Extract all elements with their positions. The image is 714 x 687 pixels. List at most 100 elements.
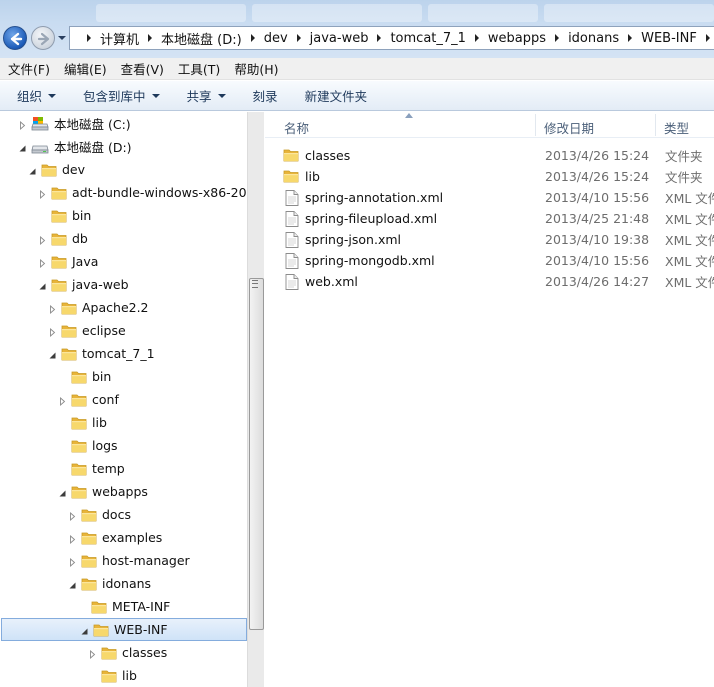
tree-item[interactable]: java-web — [0, 273, 246, 296]
burn-button[interactable]: 刻录 — [253, 86, 278, 105]
file-modified-date: 2013/4/10 15:56 — [545, 190, 650, 205]
tree-item[interactable]: docs — [0, 503, 246, 526]
tree-item[interactable]: bin — [0, 365, 246, 388]
navigation-tree[interactable]: 本地磁盘 (C:) 本地磁盘 (D:) dev adt-bundle-windows-… — [0, 112, 264, 687]
tree-item-label: logs — [92, 438, 118, 453]
collapse-arrow-icon[interactable] — [28, 165, 37, 175]
collapse-arrow-icon[interactable] — [18, 142, 27, 152]
expand-arrow-icon[interactable] — [38, 188, 47, 199]
tree-scrollbar[interactable] — [247, 112, 264, 687]
breadcrumb-item[interactable]: dev — [264, 31, 288, 46]
tree-item-label: dev — [62, 162, 86, 177]
tree-item[interactable]: lib — [0, 411, 246, 434]
breadcrumb-item[interactable]: idonans — [568, 31, 619, 46]
expand-arrow-icon[interactable] — [48, 303, 57, 314]
tree-item[interactable]: webapps — [0, 480, 246, 503]
menu-view[interactable]: 查看(V) — [121, 59, 164, 78]
tree-item[interactable]: 本地磁盘 (D:) — [0, 135, 246, 158]
collapse-arrow-icon[interactable] — [80, 625, 89, 635]
file-row[interactable]: lib 2013/4/26 15:24 文件夹 — [283, 166, 714, 187]
tree-item[interactable]: META-INF — [0, 595, 246, 618]
tree-item[interactable]: host-manager — [0, 549, 246, 572]
tree-item[interactable]: temp — [0, 457, 246, 480]
tree-item[interactable]: db — [0, 227, 246, 250]
collapse-arrow-icon[interactable] — [68, 579, 77, 589]
share-button[interactable]: 共享 — [187, 86, 226, 105]
expand-arrow-icon[interactable] — [38, 257, 47, 268]
breadcrumb-separator-icon[interactable] — [87, 34, 91, 42]
organize-button[interactable]: 组织 — [17, 86, 57, 105]
breadcrumb-separator-icon[interactable] — [377, 34, 382, 42]
file-row[interactable]: spring-fileupload.xml 2013/4/25 21:48 XML … — [283, 208, 714, 229]
expand-arrow-icon[interactable] — [18, 119, 27, 130]
expand-arrow-icon[interactable] — [68, 556, 77, 567]
breadcrumb-item[interactable]: 本地磁盘 (D:) — [161, 29, 242, 48]
breadcrumb-item[interactable]: WEB-INF — [641, 31, 697, 46]
column-divider[interactable] — [655, 114, 656, 136]
breadcrumb-separator-icon[interactable] — [296, 34, 301, 42]
tree-item[interactable]: adt-bundle-windows-x86-2013 — [0, 181, 262, 204]
expand-arrow-icon[interactable] — [88, 648, 97, 659]
breadcrumb-separator-icon[interactable] — [250, 34, 255, 42]
file-row[interactable]: spring-annotation.xml 2013/4/10 15:56 XML … — [283, 187, 714, 208]
tree-item[interactable]: Java — [0, 250, 246, 273]
breadcrumb-item[interactable]: webapps — [488, 31, 546, 46]
collapse-arrow-icon[interactable] — [48, 349, 57, 359]
tree-item[interactable]: WEB-INF — [1, 618, 247, 641]
tree-item[interactable]: Apache2.2 — [0, 296, 246, 319]
command-bar: 组织 包含到库中 共享 刻录 新建文件夹 — [0, 81, 714, 111]
drive-c-icon — [31, 116, 49, 131]
tree-item[interactable]: logs — [0, 434, 246, 457]
file-row[interactable]: spring-json.xml 2013/4/10 19:38 XML 文件 — [283, 229, 714, 250]
tree-item[interactable]: eclipse — [0, 319, 246, 342]
collapse-arrow-icon[interactable] — [58, 487, 67, 497]
tree-item[interactable]: classes — [0, 641, 246, 664]
breadcrumb-item[interactable]: java-web — [310, 31, 369, 46]
file-type: XML 文件 — [665, 233, 714, 248]
column-type[interactable]: 类型 — [664, 118, 689, 137]
address-bar[interactable]: 计算机 本地磁盘 (D:) dev java-web tomcat_7_1 we… — [69, 26, 714, 50]
menu-file[interactable]: 文件(F) — [8, 59, 50, 78]
tree-item[interactable]: lib — [0, 664, 246, 687]
column-modified[interactable]: 修改日期 — [544, 118, 594, 137]
tree-item[interactable]: idonans — [0, 572, 246, 595]
scrollbar-thumb[interactable] — [249, 278, 264, 630]
file-row[interactable]: classes 2013/4/26 15:24 文件夹 — [283, 145, 714, 166]
file-list[interactable]: 名称 修改日期 类型 classes 2013/4/26 15:24 文件夹 lib 2… — [265, 112, 714, 687]
back-button[interactable] — [3, 26, 27, 50]
scrollbar-grip-icon — [252, 280, 258, 288]
recent-pages-dropdown-icon[interactable] — [57, 33, 67, 43]
tree-item[interactable]: bin — [0, 204, 246, 227]
new-folder-button[interactable]: 新建文件夹 — [305, 86, 368, 105]
expand-arrow-icon[interactable] — [38, 234, 47, 245]
breadcrumb-separator-icon[interactable] — [148, 34, 153, 42]
column-name[interactable]: 名称 — [284, 118, 309, 137]
breadcrumb-separator-icon[interactable] — [628, 34, 633, 42]
tree-item[interactable]: tomcat_7_1 — [0, 342, 246, 365]
file-row[interactable]: web.xml 2013/4/26 14:27 XML 文件 — [283, 271, 714, 292]
breadcrumb-item[interactable]: 计算机 — [100, 29, 139, 48]
tree-item[interactable]: dev — [0, 158, 246, 181]
breadcrumb-separator-icon[interactable] — [474, 34, 479, 42]
breadcrumb-separator-icon[interactable] — [705, 34, 710, 42]
tree-item[interactable]: conf — [0, 388, 246, 411]
file-type: XML 文件 — [665, 254, 714, 269]
collapse-arrow-icon[interactable] — [38, 280, 47, 290]
expand-arrow-icon[interactable] — [68, 533, 77, 544]
file-row[interactable]: spring-mongodb.xml 2013/4/10 15:56 XML 文件 — [283, 250, 714, 271]
tree-item-label: host-manager — [102, 553, 190, 568]
menu-edit[interactable]: 编辑(E) — [64, 59, 107, 78]
column-divider[interactable] — [535, 114, 536, 136]
file-type: 文件夹 — [665, 149, 703, 164]
breadcrumb-separator-icon[interactable] — [555, 34, 560, 42]
expand-arrow-icon[interactable] — [68, 510, 77, 521]
tree-item[interactable]: 本地磁盘 (C:) — [0, 112, 246, 135]
breadcrumb-item[interactable]: tomcat_7_1 — [390, 31, 465, 46]
expand-arrow-icon[interactable] — [58, 395, 67, 406]
expand-arrow-icon[interactable] — [48, 326, 57, 337]
menu-tools[interactable]: 工具(T) — [178, 59, 220, 78]
tree-item[interactable]: examples — [0, 526, 246, 549]
include-in-library-button[interactable]: 包含到库中 — [83, 86, 160, 105]
forward-button[interactable] — [31, 26, 55, 50]
menu-help[interactable]: 帮助(H) — [234, 59, 278, 78]
